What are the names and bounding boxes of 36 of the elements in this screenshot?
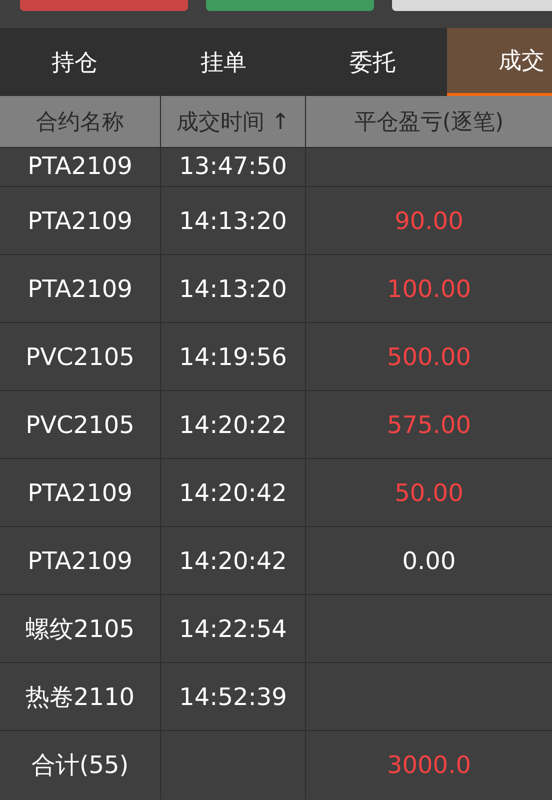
tab[interactable]: 成交 [447, 28, 552, 96]
table-cell: 50.00 [394, 478, 464, 506]
table-cell: 90.00 [394, 206, 464, 234]
total-value: 3000.0 [387, 751, 471, 779]
table-cell: PVC2105 [0, 391, 161, 458]
table-cell: 14:13:20 [161, 187, 306, 254]
tab[interactable]: 持仓 [0, 28, 149, 96]
table-cell: 14:20:42 [161, 527, 306, 594]
table-cell: 14:52:39 [161, 663, 306, 730]
table-cell: 13:47:50 [161, 148, 306, 186]
table-cell: 100.00 [387, 274, 471, 302]
table-cell: 螺纹2105 [0, 595, 161, 662]
table-cell: PVC2105 [0, 323, 161, 390]
total-label: 合计(55) [0, 731, 161, 799]
column-header[interactable]: 合约名称 [0, 96, 161, 147]
table-cell: PTA2109 [0, 255, 161, 322]
table-cell: 14:20:42 [161, 459, 306, 526]
table-cell: PTA2109 [0, 148, 161, 186]
action-button[interactable] [20, 0, 188, 11]
tab[interactable]: 挂单 [149, 28, 298, 96]
table-cell: 14:20:22 [161, 391, 306, 458]
table-cell: PTA2109 [0, 187, 161, 254]
table-cell: 0.00 [402, 546, 456, 574]
tab[interactable]: 委托 [298, 28, 447, 96]
table-cell: 500.00 [387, 342, 471, 370]
table-cell: PTA2109 [0, 527, 161, 594]
table-cell: 14:19:56 [161, 323, 306, 390]
action-button[interactable] [206, 0, 374, 11]
table-cell: 热卷2110 [0, 663, 161, 730]
column-header[interactable]: 平仓盈亏(逐笔) [306, 96, 552, 147]
table-cell: 14:22:54 [161, 595, 306, 662]
table-cell: PTA2109 [0, 459, 161, 526]
action-button[interactable] [392, 0, 552, 11]
column-header[interactable]: 成交时间 ↑ [161, 96, 306, 147]
table-cell: 575.00 [387, 410, 471, 438]
table-cell: 14:13:20 [161, 255, 306, 322]
